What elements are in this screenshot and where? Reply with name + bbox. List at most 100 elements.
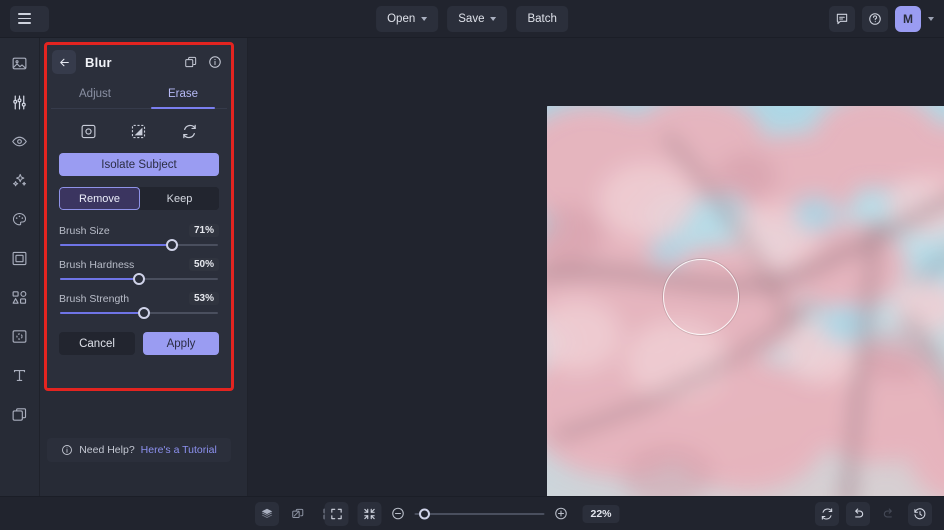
shrink-button[interactable]: [357, 501, 382, 526]
brush-strength-label: Brush Strength: [59, 292, 130, 305]
sidebar-item-retouch[interactable]: [7, 167, 33, 193]
cancel-button[interactable]: Cancel: [59, 332, 135, 355]
info-circle-icon: [62, 445, 73, 455]
brush-strength-label-row: Brush Strength 53%: [59, 292, 219, 305]
chevron-down-icon: [490, 17, 497, 21]
text-icon: [13, 369, 26, 381]
zoom-slider-thumb[interactable]: [418, 508, 430, 519]
sidebar-item-image[interactable]: [7, 50, 33, 76]
tool-rail: [0, 38, 40, 496]
edited-photo: [547, 106, 944, 506]
zoom-out-icon: [392, 507, 404, 520]
photo-editor-app: Open Save Batch M Blur Adjust Erase Isol…: [0, 0, 944, 530]
isolate-subject-button[interactable]: Isolate Subject: [59, 153, 219, 176]
sparkles-icon: [12, 173, 27, 186]
chevron-down-icon: [421, 17, 428, 21]
brush-hardness-thumb[interactable]: [133, 273, 145, 285]
panel-controls: Isolate Subject Remove Keep Brush Size 7…: [47, 151, 231, 326]
apply-button[interactable]: Apply: [143, 332, 219, 355]
palette-icon: [12, 212, 27, 225]
blur-panel: Blur Adjust Erase Isolate Subject Remove…: [47, 45, 231, 388]
sidebar-item-layers[interactable]: [7, 401, 33, 427]
mode-keep-option[interactable]: Keep: [140, 187, 219, 210]
brush-hardness-slider-block: Brush Hardness 50%: [59, 258, 219, 285]
panel-footer: Cancel Apply: [47, 328, 231, 355]
history-button[interactable]: [908, 501, 932, 526]
tab-erase[interactable]: Erase: [139, 79, 227, 109]
brush-hardness-label: Brush Hardness: [59, 258, 135, 271]
bottom-right-tools: [815, 501, 932, 526]
canvas-area[interactable]: [248, 38, 944, 506]
sidebar-item-shapes[interactable]: [7, 284, 33, 310]
sidebar-item-text[interactable]: [7, 362, 33, 388]
brush-hardness-value: 50%: [188, 258, 219, 271]
brush-size-thumb[interactable]: [166, 239, 179, 251]
sidebar-item-stickers[interactable]: [7, 323, 33, 349]
zoom-level-value[interactable]: 22%: [582, 504, 620, 523]
erase-tool-row: [47, 109, 231, 151]
feedback-button[interactable]: [829, 5, 855, 32]
zoom-out-button[interactable]: [390, 506, 405, 521]
mode-remove-option[interactable]: Remove: [59, 187, 140, 210]
batch-label: Batch: [527, 12, 557, 25]
info-button[interactable]: [208, 55, 222, 69]
layers-button[interactable]: [255, 501, 279, 526]
open-label: Open: [387, 12, 416, 25]
shapes-icon: [12, 290, 27, 304]
erase-mode-toggle: Remove Keep: [59, 187, 219, 210]
sidebar-item-effects[interactable]: [7, 128, 33, 154]
image-icon: [12, 57, 27, 69]
layers-copy-icon: [12, 407, 27, 421]
bottom-bar: 22%: [0, 496, 944, 530]
reset-selection-icon: [183, 124, 196, 139]
brush-strength-thumb[interactable]: [137, 307, 150, 319]
zoom-slider[interactable]: [414, 508, 545, 519]
avatar[interactable]: M: [895, 5, 921, 32]
hamburger-icon: [18, 13, 31, 24]
sidebar-item-frames[interactable]: [7, 245, 33, 271]
fit-screen-button[interactable]: [324, 501, 349, 526]
info-circle-icon: [209, 56, 221, 68]
need-help-bar[interactable]: Need Help? Here's a Tutorial: [47, 438, 231, 462]
panel-header-actions: [184, 55, 222, 69]
brush-size-label: Brush Size: [59, 224, 110, 237]
tab-adjust[interactable]: Adjust: [51, 79, 139, 108]
account-chevron-down-icon[interactable]: [928, 16, 934, 21]
panel-column: Blur Adjust Erase Isolate Subject Remove…: [40, 38, 248, 496]
adjust-sliders-icon: [13, 95, 26, 109]
compare-button[interactable]: [286, 502, 310, 526]
brush-size-label-row: Brush Size 71%: [59, 224, 219, 237]
save-button[interactable]: Save: [447, 5, 508, 32]
reset-button[interactable]: [815, 501, 839, 526]
image-stage: [547, 106, 944, 506]
layers-icon: [261, 508, 273, 518]
back-button[interactable]: [52, 50, 76, 74]
open-button[interactable]: Open: [376, 5, 439, 32]
zoom-in-button[interactable]: [553, 506, 568, 521]
brush-strength-slider[interactable]: [60, 307, 218, 319]
redo-button[interactable]: [877, 502, 901, 526]
brush-size-value: 71%: [188, 224, 219, 237]
tutorial-link[interactable]: Here's a Tutorial: [141, 444, 217, 456]
history-icon: [914, 507, 926, 519]
brush-strength-value: 53%: [188, 292, 219, 305]
select-subject-button[interactable]: [77, 120, 100, 143]
sidebar-item-color[interactable]: [7, 206, 33, 232]
top-bar: Open Save Batch M: [0, 0, 944, 38]
compare-icon: [292, 508, 304, 518]
reset-selection-button[interactable]: [178, 120, 201, 143]
batch-button[interactable]: Batch: [516, 5, 568, 32]
invert-selection-button[interactable]: [127, 120, 150, 143]
frame-icon: [12, 251, 27, 265]
brush-hardness-slider[interactable]: [60, 273, 218, 285]
sidebar-item-adjust[interactable]: [7, 89, 33, 115]
zoom-controls: 22%: [324, 501, 620, 526]
brush-strength-fill: [60, 312, 144, 314]
help-button[interactable]: [862, 5, 888, 32]
zoom-in-icon: [555, 507, 567, 520]
undo-button[interactable]: [846, 501, 870, 526]
app-menu-button[interactable]: [10, 5, 49, 32]
duplicate-layers-icon: [185, 56, 197, 68]
brush-size-slider[interactable]: [60, 239, 218, 251]
duplicate-layers-button[interactable]: [184, 55, 198, 69]
